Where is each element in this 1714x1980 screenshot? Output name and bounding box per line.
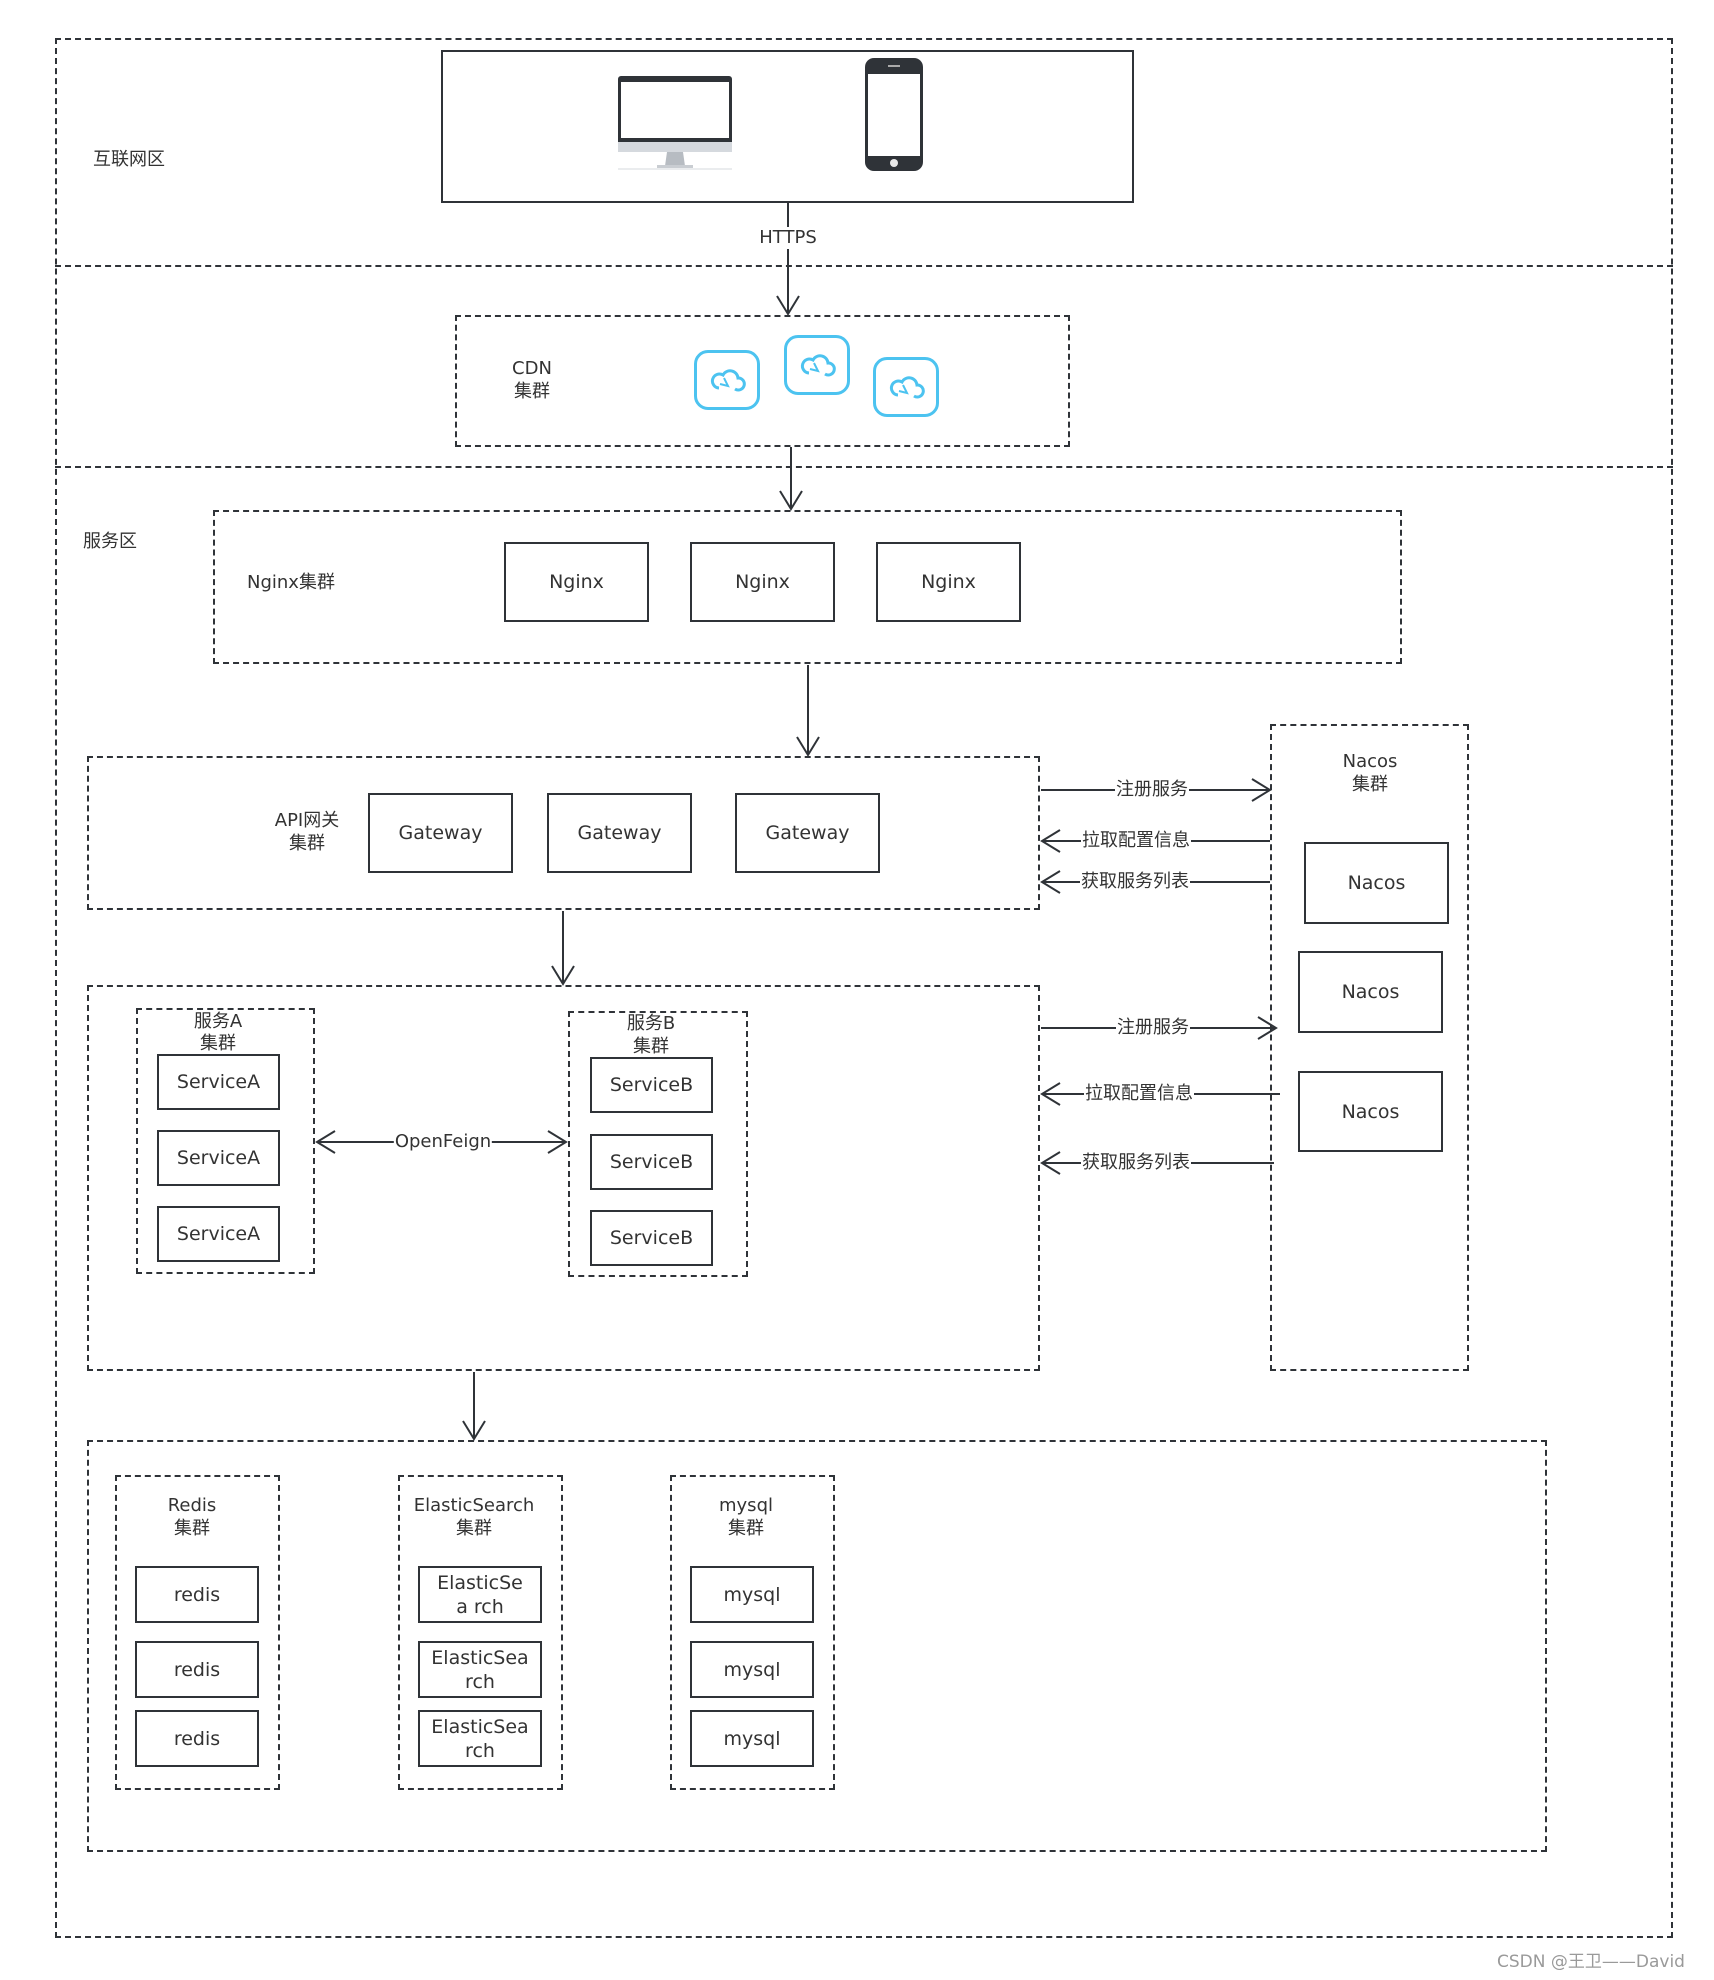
nacos-cluster-title: Nacos — [1342, 751, 1398, 772]
mysql-cluster-subtitle: 集群 — [728, 1518, 764, 1539]
cdn-cluster-subtitle: 集群 — [514, 381, 550, 402]
elasticsearch-cluster-subtitle: 集群 — [456, 1518, 492, 1539]
openfeign-edge-label: OpenFeign — [393, 1131, 493, 1153]
service-b-cluster-title: 服务B — [626, 1013, 676, 1034]
register-edge-label: 注册服务 — [1116, 1017, 1190, 1039]
gateway-node[interactable]: Gateway — [735, 793, 880, 873]
gateway-cluster-title: API网关 — [274, 810, 340, 831]
service-a-cluster-title: 服务A — [193, 1011, 243, 1032]
service-a-cluster-subtitle: 集群 — [200, 1033, 236, 1054]
service-b-node[interactable]: ServiceB — [590, 1210, 713, 1266]
zone-label-service: 服务区 — [83, 531, 137, 552]
nginx-cluster-title: Nginx集群 — [247, 572, 335, 593]
service-a-node[interactable]: ServiceA — [157, 1130, 280, 1186]
cdn-cluster-title: CDN — [512, 358, 552, 379]
zone-divider-internet — [55, 265, 1673, 267]
gateway-cluster-subtitle: 集群 — [289, 833, 325, 854]
mysql-node[interactable]: mysql — [690, 1710, 814, 1767]
gateway-node[interactable]: Gateway — [547, 793, 692, 873]
nginx-node[interactable]: Nginx — [876, 542, 1021, 622]
redis-cluster-subtitle: 集群 — [174, 1518, 210, 1539]
service-list-edge-label: 获取服务列表 — [1081, 1152, 1191, 1174]
elasticsearch-node[interactable]: ElasticSea rch — [418, 1641, 542, 1698]
client-devices-box — [441, 50, 1134, 203]
service-a-node[interactable]: ServiceA — [157, 1054, 280, 1110]
nacos-node[interactable]: Nacos — [1298, 951, 1443, 1033]
mysql-node[interactable]: mysql — [690, 1566, 814, 1623]
nacos-cluster-subtitle: 集群 — [1352, 774, 1388, 795]
gateway-node[interactable]: Gateway — [368, 793, 513, 873]
service-a-node[interactable]: ServiceA — [157, 1206, 280, 1262]
elasticsearch-node[interactable]: ElasticSea rch — [418, 1566, 542, 1623]
zone-divider-cdn — [55, 466, 1673, 468]
cdn-cloud-icon — [873, 357, 939, 417]
nginx-node[interactable]: Nginx — [504, 542, 649, 622]
redis-node[interactable]: redis — [135, 1641, 259, 1698]
mysql-cluster-title: mysql — [719, 1495, 773, 1516]
nacos-cluster-container — [1270, 724, 1469, 1371]
service-b-node[interactable]: ServiceB — [590, 1057, 713, 1113]
pull-config-edge-label: 拉取配置信息 — [1084, 1083, 1194, 1105]
zone-label-internet: 互联网区 — [93, 149, 165, 170]
nacos-node[interactable]: Nacos — [1304, 842, 1449, 924]
service-list-edge-label: 获取服务列表 — [1080, 871, 1190, 893]
cdn-cloud-icon — [694, 350, 760, 410]
redis-node[interactable]: redis — [135, 1566, 259, 1623]
mysql-node[interactable]: mysql — [690, 1641, 814, 1698]
watermark: CSDN @王卫——David — [1497, 1952, 1685, 1972]
service-b-node[interactable]: ServiceB — [590, 1134, 713, 1190]
nacos-node[interactable]: Nacos — [1298, 1071, 1443, 1152]
elasticsearch-cluster-title: ElasticSearch — [413, 1495, 535, 1516]
elasticsearch-node[interactable]: ElasticSea rch — [418, 1710, 542, 1767]
cdn-cloud-icon — [784, 335, 850, 395]
redis-node[interactable]: redis — [135, 1710, 259, 1767]
https-edge-label: HTTPS — [758, 227, 818, 249]
pull-config-edge-label: 拉取配置信息 — [1081, 830, 1191, 852]
redis-cluster-title: Redis — [167, 1495, 217, 1516]
register-edge-label: 注册服务 — [1115, 779, 1189, 801]
nginx-node[interactable]: Nginx — [690, 542, 835, 622]
service-b-cluster-subtitle: 集群 — [633, 1036, 669, 1057]
desktop-monitor-icon — [617, 76, 733, 171]
mobile-phone-icon — [864, 58, 924, 171]
